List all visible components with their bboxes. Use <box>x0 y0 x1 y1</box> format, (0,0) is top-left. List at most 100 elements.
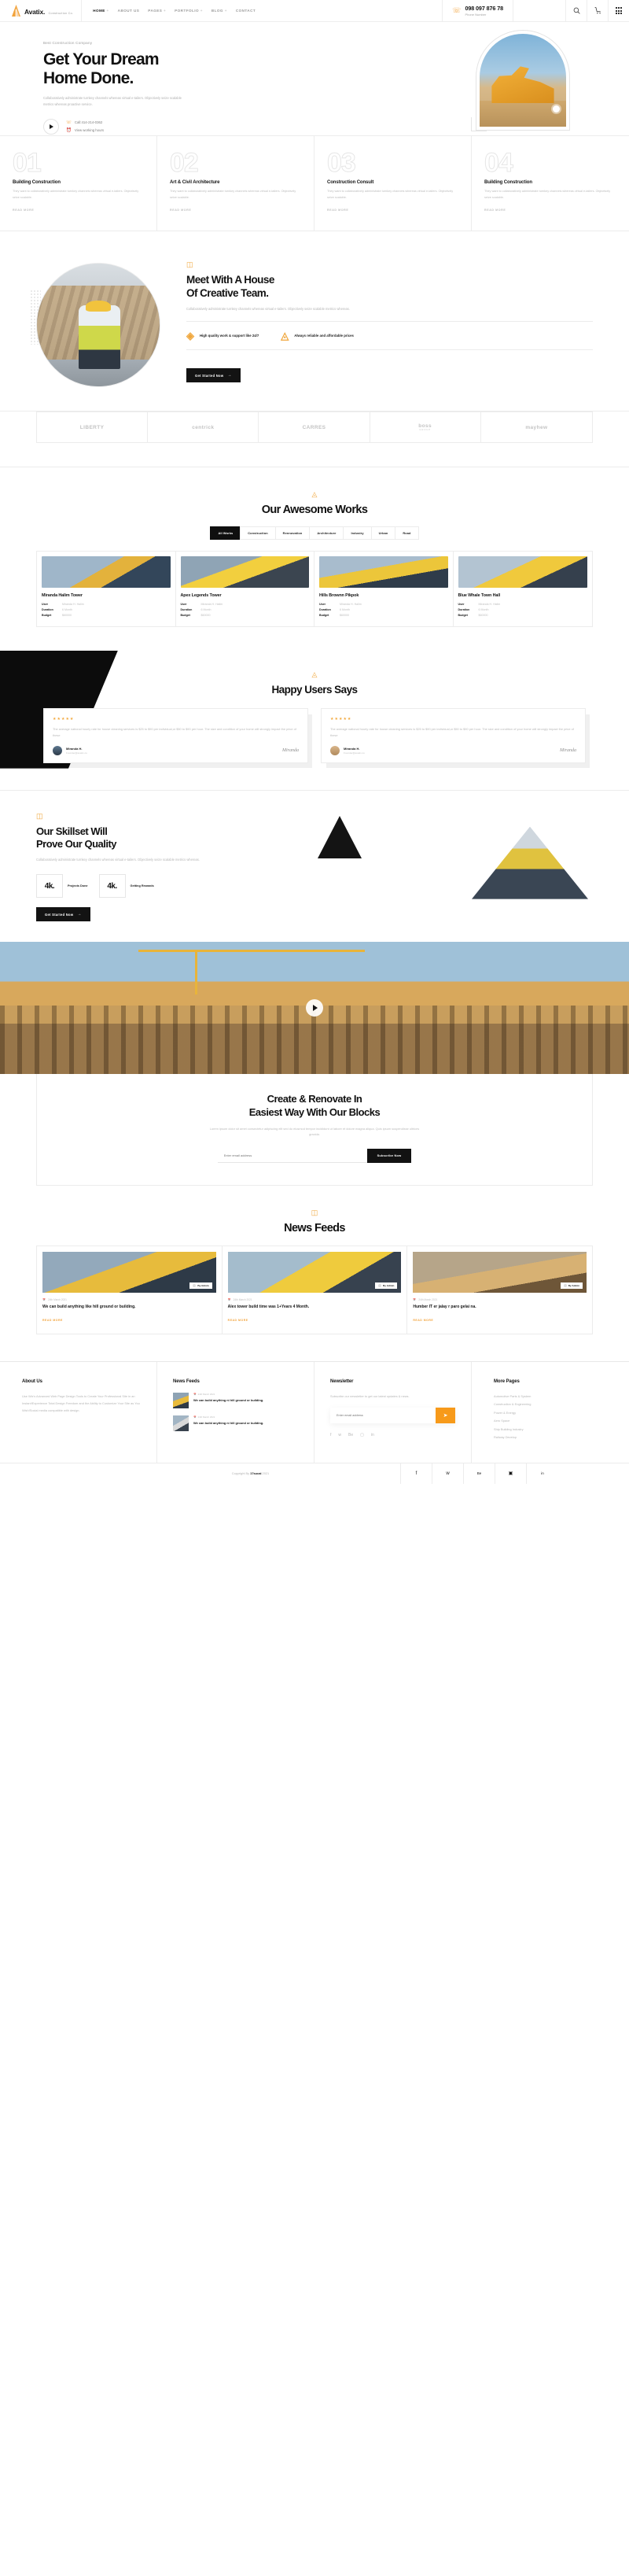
work-card[interactable]: Apex Legends Tower User Miranda H. Halim … <box>176 552 314 626</box>
filter-urban[interactable]: Urban <box>370 526 395 541</box>
subscribe-email-input[interactable] <box>217 1148 367 1163</box>
filter-industry[interactable]: Industry <box>343 526 371 541</box>
nav-item-contact[interactable]: CONTACT <box>236 9 256 13</box>
work-title: Apex Legends Tower <box>180 593 222 599</box>
footer-link[interactable]: Power & Energy <box>494 1409 613 1418</box>
nav-item-pages[interactable]: PAGES + <box>148 9 166 13</box>
service-read-more[interactable]: READ MORE <box>13 209 34 212</box>
client-logo: centrick <box>148 412 259 443</box>
footer-link[interactable]: Aero Space <box>494 1417 613 1426</box>
video-banner[interactable] <box>0 942 629 1075</box>
works-filters: All Works Construction Rennovation Archi… <box>0 526 629 541</box>
team-cta-button[interactable]: Get Started Now → <box>186 368 241 383</box>
news-card[interactable]: By Admin 📅 24th March 2021 Alex tower bui… <box>223 1246 408 1334</box>
page-root: Avatix. Construction Co. HOME + ABOUT US… <box>0 0 629 1484</box>
nav-item-blog[interactable]: BLOG + <box>212 9 227 13</box>
twitter-icon[interactable]: w <box>338 1433 341 1437</box>
service-title: Art & Civil Architecture <box>170 180 220 186</box>
facebook-icon[interactable]: f <box>330 1433 331 1437</box>
video-play-button[interactable] <box>306 999 323 1017</box>
footer-newsletter-title: Newsletter <box>330 1378 354 1384</box>
service-title: Building Construction <box>13 180 61 186</box>
filter-construction[interactable]: Construction <box>240 526 275 541</box>
news-read-more[interactable]: READ MORE <box>413 1319 433 1322</box>
hero-call-link[interactable]: ☏ Call:414-214-0362 <box>66 120 104 125</box>
footer-link[interactable]: Railway Develop <box>494 1434 613 1442</box>
avatar <box>378 1283 382 1287</box>
counter-value: 4k. <box>98 874 126 899</box>
hero-play-button[interactable] <box>43 118 59 135</box>
service-card[interactable]: 02 Art & Civil Architecture They want to… <box>157 136 314 231</box>
copyright-socials: f w Be ▣ in <box>401 1463 558 1484</box>
search-icon[interactable] <box>565 0 587 21</box>
subscribe-button[interactable]: Subscribe Now <box>366 1148 412 1163</box>
news-read-more[interactable]: READ MORE <box>228 1319 248 1322</box>
work-card[interactable]: Blue Whale Town Hall User Miranda H. Hali… <box>454 552 593 626</box>
services-grid: 01 Building Construction They want to co… <box>0 136 629 232</box>
behance-icon[interactable]: Be <box>348 1433 353 1437</box>
work-card[interactable]: Hills Brownn Pikpok User Miranda H. Halim… <box>314 552 454 626</box>
service-read-more[interactable]: READ MORE <box>327 209 348 212</box>
work-card[interactable]: Miranda Halim Tower User Miranda H. Halim… <box>37 552 176 626</box>
chevron-down-icon: + <box>200 9 203 13</box>
service-card[interactable]: 04 Building Construction They want to co… <box>472 136 629 231</box>
team-feature: ◈ High quality work & support like 24/7 <box>186 330 259 341</box>
news-author-badge: By Admin <box>375 1282 398 1289</box>
news-card[interactable]: By Admin 📅 24th March 2021 We can build a… <box>37 1246 223 1334</box>
site-header: Avatix. Construction Co. HOME + ABOUT US… <box>0 0 629 22</box>
instagram-icon[interactable]: ▣ <box>495 1463 527 1484</box>
linkedin-icon[interactable]: in <box>371 1433 374 1437</box>
calendar-icon: 📅 <box>42 1297 46 1301</box>
nav-item-home[interactable]: HOME + <box>93 9 109 13</box>
hero-hours-link[interactable]: ⏰ View working hours <box>66 128 104 133</box>
client-logo: CARRES <box>259 412 370 443</box>
twitter-icon[interactable]: w <box>432 1463 464 1484</box>
footer-news-item[interactable]: 📅 24th March 2021 We can build anything n… <box>173 1392 298 1408</box>
dark-triangle-decoration <box>318 815 362 858</box>
facebook-icon[interactable]: f <box>401 1463 432 1484</box>
footer-email-input[interactable] <box>330 1407 436 1423</box>
footer-news-item[interactable]: 📅 24th March 2021 We can build anything n… <box>173 1415 298 1431</box>
service-number: 04 <box>484 148 514 178</box>
service-read-more[interactable]: READ MORE <box>484 209 506 212</box>
calendar-icon: 📅 <box>227 1297 231 1301</box>
skillset-cta-button[interactable]: Get Started Now → <box>36 907 90 922</box>
news-card[interactable]: By Admin 📅 24th March 2021 Humber IT er j… <box>407 1246 592 1334</box>
filter-rennovation[interactable]: Rennovation <box>274 526 310 541</box>
news-section: ◫ News Feeds By Admin 📅 24th March 2021 W… <box>0 1186 629 1334</box>
cta-title-line2: Easiest Way With Our Blocks <box>248 1106 381 1119</box>
footer-link[interactable]: Ship Building Industry <box>494 1426 613 1434</box>
grid-menu-icon[interactable] <box>608 0 629 21</box>
work-image <box>458 556 587 589</box>
filter-architecture[interactable]: Architecture <box>309 526 344 541</box>
footer-link[interactable]: Automotive Parts & System <box>494 1393 613 1401</box>
hero-paragraph: Collaboratively administrate turnkey cha… <box>43 96 182 106</box>
footer-subscribe-button[interactable]: ➤ <box>436 1407 455 1423</box>
cart-icon[interactable] <box>587 0 608 21</box>
divider <box>186 321 593 323</box>
service-read-more[interactable]: READ MORE <box>170 209 191 212</box>
team-photo-wrap <box>30 258 166 388</box>
news-author-badge: By Admin <box>189 1282 212 1289</box>
header-phone[interactable]: ☏ 098 097 876 78 Phone Number <box>442 0 513 21</box>
service-card[interactable]: 03 Construction Consult They want to col… <box>314 136 472 231</box>
cta-title-line1: Create & Renovate In <box>267 1093 362 1105</box>
subscribe-form: Subscribe Now <box>37 1148 592 1163</box>
filter-road[interactable]: Road <box>395 526 419 541</box>
brand-logo[interactable]: Avatix. Construction Co. <box>0 0 83 21</box>
service-title: Building Construction <box>484 180 532 186</box>
hero-title-line1: Get Your Dream <box>43 50 160 68</box>
skillset-triangle-photo <box>472 826 588 899</box>
nav-item-portfolio[interactable]: PORTFOLIO + <box>175 9 203 13</box>
footer-link[interactable]: Construction & Engineering <box>494 1401 613 1409</box>
linkedin-icon[interactable]: in <box>527 1463 558 1484</box>
instagram-icon[interactable]: ▢ <box>360 1433 364 1437</box>
crane-decoration <box>138 950 365 953</box>
news-read-more[interactable]: READ MORE <box>42 1319 63 1322</box>
nav-item-about[interactable]: ABOUT US <box>118 9 140 13</box>
behance-icon[interactable]: Be <box>464 1463 495 1484</box>
team-title: Meet With A House Of Creative Team. <box>186 274 593 300</box>
blocks-icon: ◫ <box>186 260 193 269</box>
service-card[interactable]: 01 Building Construction They want to co… <box>0 136 157 231</box>
filter-all-works[interactable]: All Works <box>210 526 241 541</box>
